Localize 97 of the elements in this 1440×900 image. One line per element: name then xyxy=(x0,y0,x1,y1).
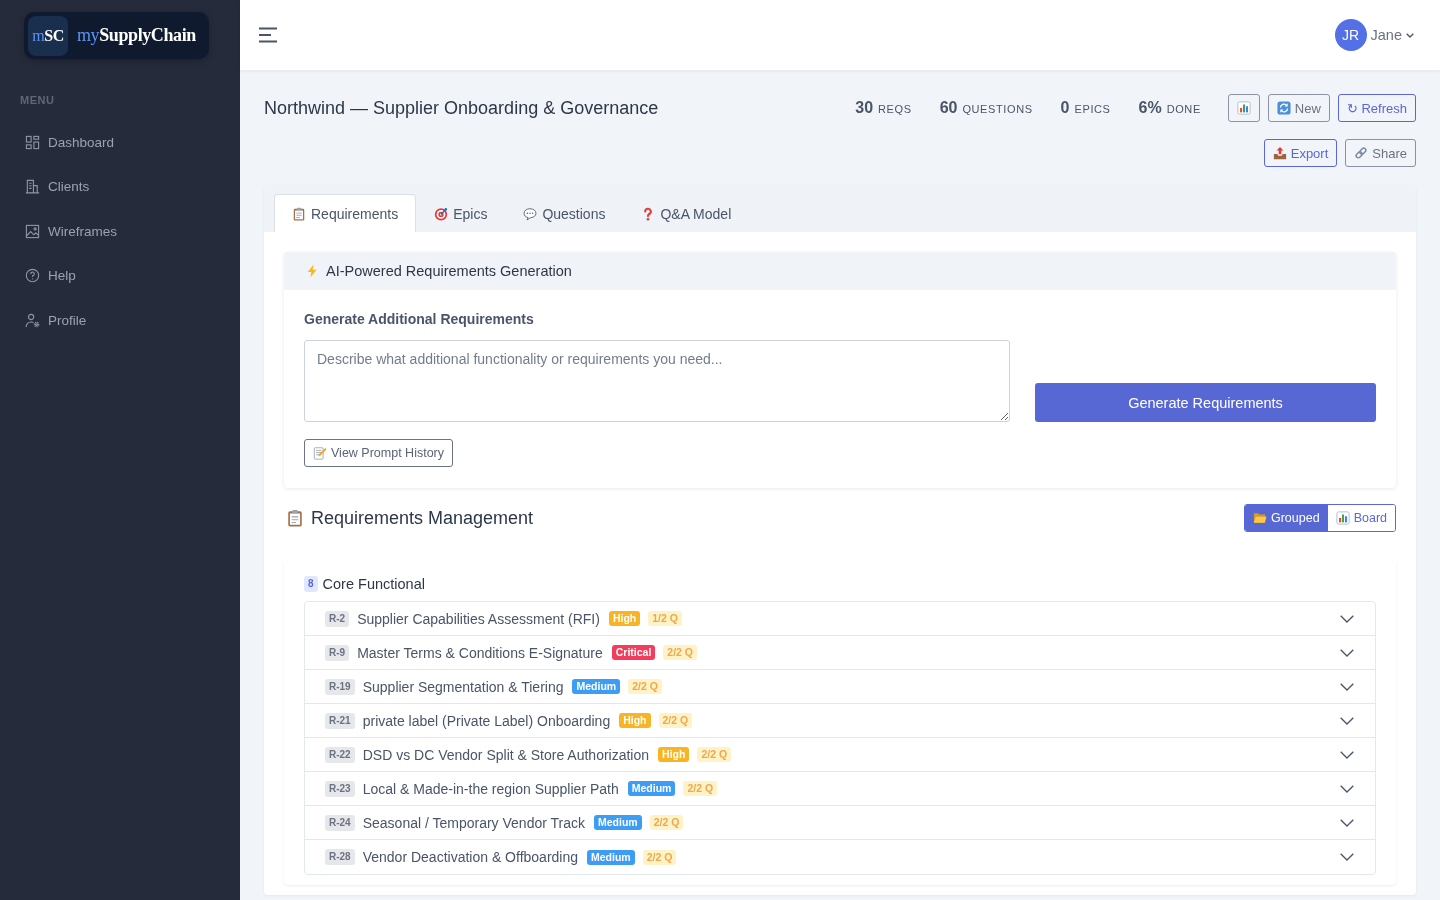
requirement-title[interactable]: Master Terms & Conditions E-Signature xyxy=(357,644,603,661)
requirement-id: R-19 xyxy=(325,678,355,695)
building-icon xyxy=(25,179,40,195)
requirement-title[interactable]: Supplier Capabilities Assessment (RFI) xyxy=(357,610,600,627)
stat-label: EPICS xyxy=(1074,103,1111,115)
count-badge: 8 xyxy=(304,576,318,592)
sidebar-item[interactable]: Dashboard xyxy=(0,120,240,165)
field-label: Generate Additional Requirements xyxy=(304,311,534,327)
question-count-badge: 2/2 Q xyxy=(697,747,732,762)
lightning-icon xyxy=(305,264,319,278)
priority-badge: Medium xyxy=(594,815,642,830)
chevron-down-icon xyxy=(1406,32,1414,38)
priority-badge: Critical xyxy=(611,645,656,660)
requirement-title[interactable]: Supplier Segmentation & Tiering xyxy=(362,678,564,695)
refresh-button[interactable]: ↻ Refresh xyxy=(1337,94,1416,122)
chevron-down-icon[interactable] xyxy=(1340,853,1354,861)
menu-section-label: MENU xyxy=(20,93,55,107)
share-button[interactable]: Share xyxy=(1345,139,1416,167)
stat-value: 30 xyxy=(855,99,874,117)
image-icon xyxy=(25,223,40,239)
stat-label: DONE xyxy=(1166,103,1201,115)
chevron-down-icon[interactable] xyxy=(1340,716,1354,725)
priority-badge: Medium xyxy=(587,849,635,865)
priority-badge: High xyxy=(608,611,641,626)
chevron-down-icon[interactable] xyxy=(1340,614,1354,623)
memo-icon xyxy=(313,446,327,460)
stat-value: 0 xyxy=(1060,99,1070,117)
circular-arrows-icon xyxy=(1276,101,1291,115)
priority-badge: Medium xyxy=(627,781,676,796)
requirement-title[interactable]: private label (Private Label) Onboarding xyxy=(362,712,611,729)
requirement-id: R-21 xyxy=(325,712,355,729)
stat-value: 60 xyxy=(939,99,958,117)
priority-badge: Medium xyxy=(572,679,621,694)
priority-badge: High xyxy=(658,747,690,762)
folder-icon xyxy=(1253,511,1267,525)
project-title: Northwind — Supplier Onboarding & Governance xyxy=(264,97,659,119)
prompt-history-button[interactable]: View Prompt History xyxy=(304,439,453,467)
user-menu-button[interactable]: Jane xyxy=(1370,27,1414,43)
requirement-title[interactable]: Local & Made-in-the region Supplier Path xyxy=(362,780,619,797)
requirements-textarea[interactable]: Describe what additional functionality or requirements you need... xyxy=(304,340,1010,422)
question-count-badge: 2/2 Q xyxy=(663,645,698,660)
requirement-id: R-28 xyxy=(325,849,355,865)
stat-value: 6% xyxy=(1138,99,1162,117)
chevron-down-icon[interactable] xyxy=(1340,750,1354,759)
clipboard-icon xyxy=(286,509,304,527)
section-title: AI-Powered Requirements Generation xyxy=(326,263,572,279)
requirement-title[interactable]: Vendor Deactivation & Offboarding xyxy=(362,849,578,865)
sidebar-item[interactable]: Wireframes xyxy=(0,209,240,254)
menu-icon[interactable] xyxy=(259,27,277,43)
dashboard-icon xyxy=(25,134,40,150)
user-avatar: JR xyxy=(1334,19,1367,51)
view-toggle-button[interactable]: Grouped xyxy=(1245,505,1328,531)
question-count-badge: 1/2 Q xyxy=(648,611,682,626)
group-title: Core Functional xyxy=(322,576,425,592)
clipboard-icon xyxy=(292,206,306,221)
export-button[interactable]: Export xyxy=(1263,139,1338,167)
stat-label: QUESTIONS xyxy=(962,103,1033,115)
link-icon xyxy=(1354,146,1369,160)
user-gear-icon xyxy=(25,312,40,328)
requirement-title[interactable]: DSD vs DC Vendor Split & Store Authorization xyxy=(362,746,650,763)
question-count-badge: 2/2 Q xyxy=(683,781,718,796)
section-title: Requirements Management xyxy=(311,507,534,529)
bar-chart-icon xyxy=(1335,511,1350,525)
question-count-badge: 2/2 Q xyxy=(658,713,693,728)
logo-text: mySupplyChain xyxy=(77,25,196,46)
logo-mark: mSC xyxy=(28,15,68,56)
speech-bubble-icon xyxy=(523,206,538,221)
sidebar-item[interactable]: Clients xyxy=(0,164,240,209)
outbox-tray-icon xyxy=(1272,146,1287,160)
chevron-down-icon[interactable] xyxy=(1340,648,1354,657)
tab[interactable]: Epics xyxy=(416,194,506,232)
tab[interactable]: Q&A Model xyxy=(623,194,750,232)
priority-badge: High xyxy=(619,713,651,728)
sidebar-item[interactable]: Profile xyxy=(0,298,240,343)
question-count-badge: 2/2 Q xyxy=(642,849,677,865)
question-count-badge: 2/2 Q xyxy=(628,679,662,694)
tab[interactable]: Requirements xyxy=(274,194,417,232)
sidebar-item[interactable]: Help xyxy=(0,253,240,298)
logo[interactable]: mSC mySupplyChain xyxy=(24,12,209,59)
chevron-down-icon[interactable] xyxy=(1340,682,1354,691)
bar-chart-icon xyxy=(1236,101,1251,115)
generate-button[interactable]: Generate Requirements xyxy=(1035,383,1376,422)
chevron-down-icon[interactable] xyxy=(1340,818,1354,827)
requirement-title[interactable]: Seasonal / Temporary Vendor Track xyxy=(362,814,585,831)
stat-label: REQS xyxy=(878,103,912,115)
requirement-id: R-2 xyxy=(325,610,350,627)
requirement-id: R-22 xyxy=(325,746,355,763)
chart-button[interactable] xyxy=(1227,94,1260,122)
requirement-id: R-9 xyxy=(325,644,350,661)
help-icon xyxy=(25,268,40,284)
tab[interactable]: Questions xyxy=(505,194,624,232)
requirement-id: R-23 xyxy=(325,780,355,797)
new-button[interactable]: New xyxy=(1267,94,1330,122)
requirement-id: R-24 xyxy=(325,814,355,831)
question-count-badge: 2/2 Q xyxy=(649,815,684,830)
target-icon xyxy=(434,206,449,221)
chevron-down-icon[interactable] xyxy=(1340,784,1354,793)
